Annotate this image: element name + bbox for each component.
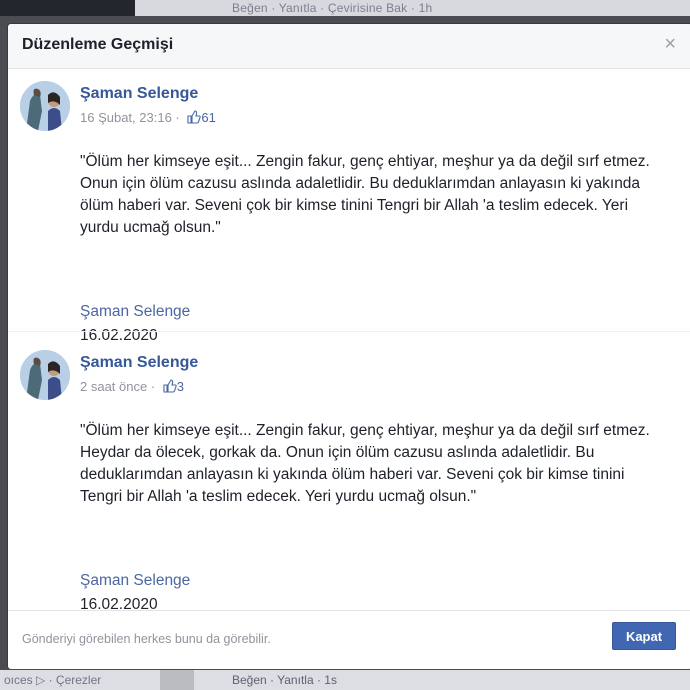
signature-name: Şaman Selenge (80, 572, 191, 589)
background-dark-area (0, 0, 135, 16)
visibility-note: Gönderiyi görebilen herkes bunu da göreb… (22, 632, 271, 646)
dialog-title: Düzenleme Geçmişi (22, 36, 174, 53)
dialog-footer: Gönderiyi görebilen herkes bunu da göreb… (8, 610, 690, 669)
post-meta: 16 Şubat, 23:16 · 61 (80, 110, 216, 127)
entry-divider (8, 331, 690, 332)
background-avatar-shadow (160, 670, 194, 690)
like-count[interactable]: 3 (177, 379, 184, 394)
author-name[interactable]: Şaman Selenge (80, 354, 198, 372)
close-icon[interactable]: × (664, 34, 676, 54)
thumbs-up-icon (187, 110, 202, 127)
author-name[interactable]: Şaman Selenge (80, 85, 198, 103)
thumbs-up-icon (163, 379, 177, 396)
background-comment-actions: Beğen · Yanıtla · Çevirisine Bak · 1h (232, 1, 433, 15)
like-count[interactable]: 61 (201, 110, 215, 125)
background-top-bar: Beğen · Yanıtla · Çevirisine Bak · 1h (0, 0, 690, 16)
close-button[interactable]: Kapat (612, 622, 676, 650)
background-footer-links: oıces ▷ · Çerezler (4, 673, 102, 687)
signature-name: Şaman Selenge (80, 303, 191, 320)
timestamp[interactable]: 16 Şubat, 23:16 · (80, 110, 180, 125)
avatar[interactable] (20, 81, 70, 131)
avatar[interactable] (20, 350, 70, 400)
dialog-body: Şaman Selenge 16 Şubat, 23:16 · 61 "Ölüm… (8, 69, 690, 613)
timestamp[interactable]: 2 saat önce · (80, 379, 155, 394)
comment-text: "Ölüm her kimseye eşit... Zengin fakur, … (80, 153, 650, 236)
signature-date: 16.02.2020 (80, 327, 158, 344)
dialog-header: Düzenleme Geçmişi × (8, 24, 690, 69)
post-meta: 2 saat önce · 3 (80, 379, 184, 396)
background-comment-actions: Beğen · Yanıtla · 1s (232, 673, 337, 687)
comment-text: "Ölüm her kimseye eşit... Zengin fakur, … (80, 422, 650, 505)
edit-history-dialog: Düzenleme Geçmişi × Şaman Selenge 16 Şub… (8, 24, 690, 669)
background-bottom-bar: oıces ▷ · Çerezler Beğen · Yanıtla · 1s (0, 670, 690, 690)
